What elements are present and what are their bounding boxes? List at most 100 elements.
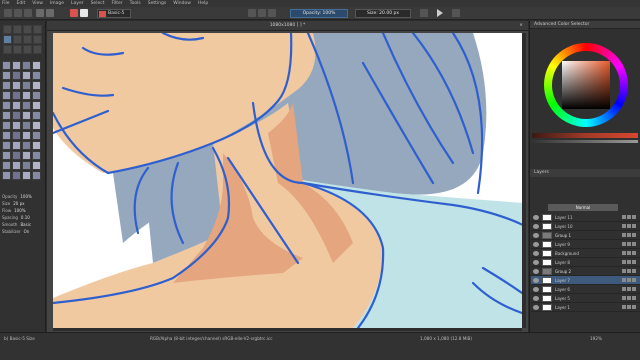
- new-document-icon[interactable]: [4, 9, 12, 17]
- edit-shapes-tool[interactable]: [23, 25, 32, 34]
- redo-icon[interactable]: [46, 9, 54, 17]
- play-animation-icon[interactable]: [437, 9, 443, 17]
- brush-preset-thumbnail[interactable]: [12, 91, 21, 100]
- layer-row[interactable]: Layer 7: [531, 276, 640, 285]
- brush-preset-selector[interactable]: Basic-5: [97, 9, 131, 18]
- visibility-eye-icon[interactable]: [533, 241, 539, 247]
- alpha-icon[interactable]: [627, 287, 631, 291]
- saturation-value-square[interactable]: [562, 61, 610, 109]
- inherit-alpha-icon[interactable]: [632, 305, 636, 309]
- tool-option-row[interactable]: Opacity 100%: [2, 193, 44, 200]
- brush-preset-thumbnail[interactable]: [32, 151, 41, 160]
- alpha-icon[interactable]: [627, 242, 631, 246]
- brush-preset-thumbnail[interactable]: [32, 81, 41, 90]
- brush-preset-thumbnail[interactable]: [22, 101, 31, 110]
- inherit-alpha-icon[interactable]: [632, 278, 636, 282]
- menu-item[interactable]: Select: [91, 1, 105, 6]
- brush-preset-thumbnail[interactable]: [32, 141, 41, 150]
- menu-item[interactable]: Layer: [71, 1, 84, 6]
- mirror-horizontal-icon[interactable]: [420, 9, 428, 17]
- visibility-eye-icon[interactable]: [533, 214, 539, 220]
- menu-item[interactable]: Settings: [148, 1, 166, 6]
- visibility-eye-icon[interactable]: [533, 259, 539, 265]
- undo-icon[interactable]: [36, 9, 44, 17]
- document-tab[interactable]: 1080x1080 [ ] * ×: [47, 21, 528, 31]
- background-color-swatch[interactable]: [80, 9, 88, 17]
- lock-icon[interactable]: [622, 287, 626, 291]
- open-document-icon[interactable]: [14, 9, 22, 17]
- brush-preset-thumbnail[interactable]: [32, 61, 41, 70]
- menu-item[interactable]: Window: [173, 1, 191, 6]
- brush-preset-thumbnail[interactable]: [2, 91, 11, 100]
- layer-row[interactable]: Layer 11: [531, 213, 640, 222]
- alpha-icon[interactable]: [627, 269, 631, 273]
- alpha-icon[interactable]: [627, 215, 631, 219]
- visibility-eye-icon[interactable]: [533, 277, 539, 283]
- save-icon[interactable]: [24, 9, 32, 17]
- brush-preset-thumbnail[interactable]: [32, 71, 41, 80]
- inherit-alpha-icon[interactable]: [632, 260, 636, 264]
- zoom-level[interactable]: 192%: [590, 336, 602, 341]
- inherit-alpha-icon[interactable]: [632, 242, 636, 246]
- brush-preset-thumbnail[interactable]: [2, 101, 11, 110]
- tool-option-row[interactable]: Stabilizer On: [2, 228, 44, 235]
- layer-row[interactable]: Layer 1: [531, 303, 640, 312]
- brush-preset-thumbnail[interactable]: [2, 61, 11, 70]
- brush-preset-thumbnail[interactable]: [32, 161, 41, 170]
- brush-preset-thumbnail[interactable]: [12, 61, 21, 70]
- brush-preset-thumbnail[interactable]: [2, 151, 11, 160]
- brush-preset-thumbnail[interactable]: [12, 141, 21, 150]
- brush-preset-thumbnail[interactable]: [2, 81, 11, 90]
- tool-option-row[interactable]: Spacing 0.10: [2, 214, 44, 221]
- freehand-brush-tool[interactable]: [3, 35, 12, 44]
- brush-preset-thumbnail[interactable]: [2, 161, 11, 170]
- foreground-color-swatch[interactable]: [70, 9, 78, 17]
- brush-preset-thumbnail[interactable]: [22, 81, 31, 90]
- brush-preset-thumbnail[interactable]: [12, 161, 21, 170]
- opacity-bar[interactable]: [532, 140, 638, 143]
- layer-row[interactable]: Background: [531, 249, 640, 258]
- brush-preset-thumbnail[interactable]: [32, 101, 41, 110]
- inherit-alpha-icon[interactable]: [632, 269, 636, 273]
- brush-preset-thumbnail[interactable]: [32, 171, 41, 180]
- brush-preset-thumbnail[interactable]: [32, 121, 41, 130]
- line-tool[interactable]: [13, 35, 22, 44]
- alpha-icon[interactable]: [627, 260, 631, 264]
- brush-preset-thumbnail[interactable]: [22, 61, 31, 70]
- brush-preset-thumbnail[interactable]: [12, 111, 21, 120]
- color-wheel[interactable]: [544, 43, 628, 127]
- alpha-lock-icon[interactable]: [268, 9, 276, 17]
- alpha-icon[interactable]: [627, 296, 631, 300]
- layer-row[interactable]: Layer 6: [531, 285, 640, 294]
- rectangle-tool[interactable]: [23, 35, 32, 44]
- layer-row[interactable]: Group 1: [531, 231, 640, 240]
- alpha-icon[interactable]: [627, 305, 631, 309]
- inherit-alpha-icon[interactable]: [632, 296, 636, 300]
- brush-preset-thumbnail[interactable]: [22, 71, 31, 80]
- brush-preset-thumbnail[interactable]: [22, 91, 31, 100]
- fill-tool[interactable]: [3, 45, 12, 54]
- lock-icon[interactable]: [622, 215, 626, 219]
- layer-row[interactable]: Layer 8: [531, 258, 640, 267]
- lock-icon[interactable]: [622, 296, 626, 300]
- crop-tool[interactable]: [33, 45, 42, 54]
- brush-preset-thumbnail[interactable]: [2, 121, 11, 130]
- layer-row[interactable]: Layer 9: [531, 240, 640, 249]
- lock-icon[interactable]: [622, 233, 626, 237]
- brush-preset-thumbnail[interactable]: [22, 171, 31, 180]
- layer-row[interactable]: Group 2: [531, 267, 640, 276]
- menu-item[interactable]: File: [2, 1, 10, 6]
- brush-preset-thumbnail[interactable]: [2, 111, 11, 120]
- visibility-eye-icon[interactable]: [533, 268, 539, 274]
- menu-item[interactable]: Image: [50, 1, 64, 6]
- brush-preset-thumbnail[interactable]: [12, 71, 21, 80]
- lock-icon[interactable]: [622, 251, 626, 255]
- alpha-icon[interactable]: [627, 224, 631, 228]
- eraser-mode-icon[interactable]: [258, 9, 266, 17]
- gradient-tool[interactable]: [13, 45, 22, 54]
- select-shapes-tool[interactable]: [3, 25, 12, 34]
- size-slider[interactable]: Size: 20.00 px: [355, 9, 411, 18]
- inherit-alpha-icon[interactable]: [632, 287, 636, 291]
- tool-option-row[interactable]: Flow 100%: [2, 207, 44, 214]
- visibility-eye-icon[interactable]: [533, 250, 539, 256]
